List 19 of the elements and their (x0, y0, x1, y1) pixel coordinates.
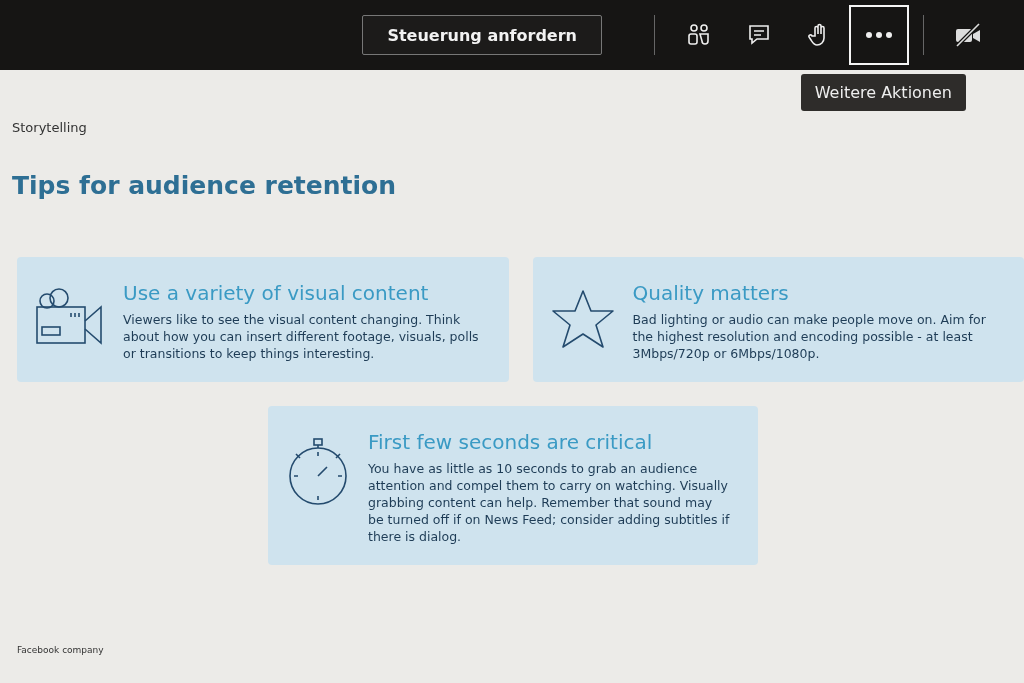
footer-text: Facebook company (17, 645, 105, 655)
card-text: Bad lighting or audio can make people move on. Aim for the highest resolution and encoding possible - at least 3Mbps/720p or 6Mbps/1080p. (632, 311, 987, 362)
star-icon (550, 287, 615, 351)
card-text: Viewers like to see the visual content changing. Think about how you can insert different footage, visuals, polls or transitions to keep things interesting. (123, 311, 480, 362)
card-text: You have as little as 10 seconds to grab an audience attention and compel them to carry on watching. Visually grabbing content can help. Remember that sound may be turned off if on News Feed; consider adding subtitles if there is dialog. (368, 460, 730, 545)
stopwatch-icon (286, 436, 350, 506)
card-title: First few seconds are critical (368, 430, 654, 454)
more-button[interactable] (849, 5, 909, 65)
card-title: Quality matters (632, 281, 790, 305)
more-icon (866, 32, 892, 38)
tooltip: Weitere Aktionen (800, 74, 966, 111)
card-title: Use a variety of visual content (123, 281, 430, 305)
video-camera-icon (35, 287, 105, 347)
section-label: Storytelling (12, 120, 88, 135)
camera-off-icon (954, 23, 982, 47)
people-icon (687, 23, 711, 47)
request-control-button[interactable]: Steuerung anfordern (362, 15, 602, 55)
slide-title: Tips for audience retention (12, 171, 398, 200)
chat-icon (747, 23, 771, 47)
